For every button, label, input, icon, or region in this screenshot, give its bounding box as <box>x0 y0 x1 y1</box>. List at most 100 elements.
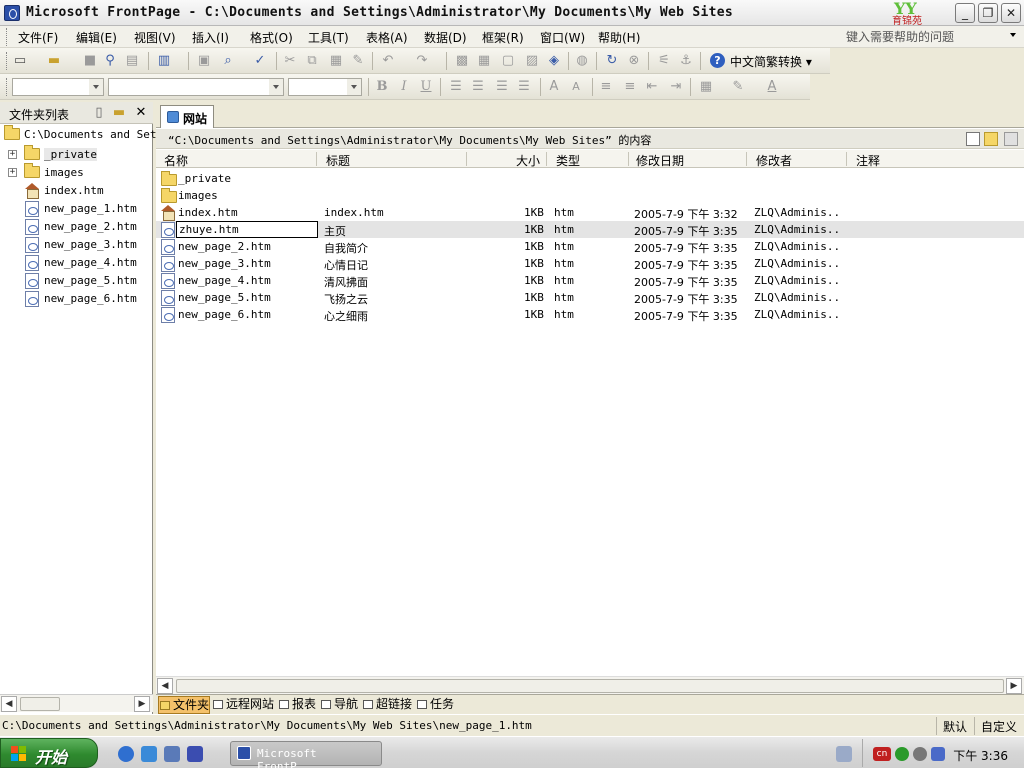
column-divider[interactable] <box>546 152 547 166</box>
chevron-down-icon[interactable] <box>269 79 283 95</box>
view-navigation-button[interactable]: 导航 <box>320 696 358 714</box>
help-question-box[interactable]: 键入需要帮助的问题 <box>846 28 1020 46</box>
copy-icon[interactable]: ⧉ <box>304 53 320 69</box>
sound-icon[interactable] <box>913 747 927 761</box>
insert-layer-icon[interactable]: ▢ <box>500 53 516 69</box>
file-row-folder[interactable]: images <box>156 187 1024 204</box>
menu-file[interactable]: 文件(F) <box>18 29 58 46</box>
toggle-pane-icon[interactable]: ▥ <box>156 53 172 69</box>
file-row[interactable]: new_page_4.htm 清风拂面 1KB htm 2005-7-9 下午 … <box>156 272 1024 289</box>
scroll-right-icon[interactable]: ▶ <box>1006 678 1022 694</box>
column-comments[interactable]: 注释 <box>856 152 880 169</box>
paste-icon[interactable]: ▦ <box>328 53 344 69</box>
expand-icon[interactable]: + <box>8 168 17 177</box>
new-page-icon[interactable] <box>966 132 980 146</box>
rename-input[interactable]: zhuye.htm <box>176 221 318 238</box>
network-tray-icon[interactable] <box>931 747 945 761</box>
bold-button[interactable]: B <box>374 79 390 95</box>
column-title[interactable]: 标题 <box>326 152 350 169</box>
search-icon[interactable]: ⚲ <box>102 53 118 69</box>
align-right-icon[interactable]: ☰ <box>494 79 510 95</box>
tree-item-index[interactable]: index.htm <box>24 182 148 200</box>
file-row[interactable]: index.htm index.htm 1KB htm 2005-7-9 下午 … <box>156 204 1024 221</box>
tree-item-page[interactable]: new_page_5.htm <box>24 272 148 290</box>
toolbar-gripper[interactable] <box>6 52 10 70</box>
menu-format[interactable]: 格式(O) <box>250 29 293 46</box>
new-folder-icon[interactable] <box>984 132 998 146</box>
decrease-font-icon[interactable]: A <box>568 79 584 95</box>
new-page-icon[interactable]: ▯ <box>92 106 106 120</box>
ime-status-icon[interactable] <box>895 747 909 761</box>
increase-font-icon[interactable]: A <box>546 79 562 95</box>
title-bar[interactable]: Microsoft FrontPage - C:\Documents and S… <box>0 0 1024 26</box>
justify-icon[interactable]: ☰ <box>516 79 532 95</box>
file-row[interactable]: new_page_3.htm 心情日记 1KB htm 2005-7-9 下午 … <box>156 255 1024 272</box>
print-icon[interactable]: ▣ <box>196 53 212 69</box>
code-icon[interactable]: ⚟ <box>656 53 672 69</box>
menu-table[interactable]: 表格(A) <box>366 29 408 46</box>
menu-data[interactable]: 数据(D) <box>424 29 467 46</box>
file-row[interactable]: new_page_5.htm 飞扬之云 1KB htm 2005-7-9 下午 … <box>156 289 1024 306</box>
undo-icon[interactable]: ↶ <box>380 53 396 69</box>
scroll-thumb[interactable] <box>20 697 60 711</box>
close-button[interactable]: ✕ <box>1001 3 1021 23</box>
tree-item-page[interactable]: new_page_6.htm <box>24 290 148 308</box>
menu-frames[interactable]: 框架(R) <box>482 29 524 46</box>
open-folder-icon[interactable]: ▬ <box>46 53 62 69</box>
spelling-icon[interactable]: ✓ <box>252 53 268 69</box>
stop-icon[interactable]: ⊗ <box>626 53 642 69</box>
chevron-down-icon[interactable] <box>347 79 361 95</box>
chevron-down-icon[interactable] <box>89 79 103 95</box>
menu-view[interactable]: 视图(V) <box>134 29 176 46</box>
file-row[interactable]: new_page_6.htm 心之细雨 1KB htm 2005-7-9 下午 … <box>156 306 1024 323</box>
network-icon[interactable] <box>836 746 852 762</box>
drawing-icon[interactable]: ◈ <box>546 53 562 69</box>
start-button[interactable]: 开始 <box>0 738 98 768</box>
insert-picture-icon[interactable]: ▨ <box>524 53 540 69</box>
scroll-thumb[interactable] <box>176 679 1004 693</box>
column-divider[interactable] <box>466 152 467 166</box>
tree-item-page[interactable]: new_page_3.htm <box>24 236 148 254</box>
refresh-icon[interactable]: ↻ <box>604 53 620 69</box>
file-row[interactable]: new_page_2.htm 自我简介 1KB htm 2005-7-9 下午 … <box>156 238 1024 255</box>
column-divider[interactable] <box>746 152 747 166</box>
menu-help[interactable]: 帮助(H) <box>598 29 640 46</box>
view-tasks-button[interactable]: 任务 <box>416 696 454 714</box>
column-type[interactable]: 类型 <box>556 152 580 169</box>
font-color-icon[interactable]: A <box>764 79 780 95</box>
column-modified-date[interactable]: 修改日期 <box>636 152 684 169</box>
up-folder-icon[interactable] <box>1004 132 1018 146</box>
hyperlink-icon[interactable]: ◍ <box>574 53 590 69</box>
file-row-folder[interactable]: _private <box>156 170 1024 187</box>
outlook-express-icon[interactable] <box>141 746 157 762</box>
menu-window[interactable]: 窗口(W) <box>540 29 585 46</box>
column-modified-by[interactable]: 修改者 <box>756 152 792 169</box>
menu-edit[interactable]: 编辑(E) <box>76 29 117 46</box>
bookmark-icon[interactable]: ⚓ <box>678 53 694 69</box>
view-remote-site-button[interactable]: 远程网站 <box>212 696 274 714</box>
redo-icon[interactable]: ↷ <box>414 53 430 69</box>
expand-icon[interactable]: + <box>8 150 17 159</box>
ie-browser-icon[interactable] <box>118 746 134 762</box>
file-row-selected[interactable]: zhuye.htm 主页 1KB htm 2005-7-9 下午 3:35 ZL… <box>156 221 1024 238</box>
column-size[interactable]: 大小 <box>516 152 540 169</box>
menu-tools[interactable]: 工具(T) <box>308 29 349 46</box>
new-page-icon[interactable]: ▭ <box>12 53 28 69</box>
tree-item-page[interactable]: new_page_4.htm <box>24 254 148 272</box>
close-icon[interactable]: ✕ <box>134 106 148 120</box>
align-center-icon[interactable]: ☰ <box>470 79 486 95</box>
align-left-icon[interactable]: ☰ <box>448 79 464 95</box>
scroll-left-icon[interactable]: ◀ <box>1 696 17 712</box>
publish-icon[interactable]: ▤ <box>124 53 140 69</box>
font-size-select[interactable] <box>288 78 362 96</box>
tree-item-private[interactable]: + _private <box>8 145 148 164</box>
frontpage-quicklaunch-icon[interactable] <box>164 746 180 762</box>
chevron-down-icon[interactable] <box>1010 33 1016 37</box>
numbered-list-icon[interactable]: ≡ <box>598 79 614 95</box>
style-select[interactable] <box>12 78 104 96</box>
minimize-button[interactable]: _ <box>955 3 975 23</box>
tree-item-page[interactable]: new_page_1.htm <box>24 200 148 218</box>
column-divider[interactable] <box>846 152 847 166</box>
ime-indicator[interactable]: cn <box>873 747 891 761</box>
chinese-converter-button[interactable]: 中文简繁转换 ▾ <box>730 53 812 70</box>
